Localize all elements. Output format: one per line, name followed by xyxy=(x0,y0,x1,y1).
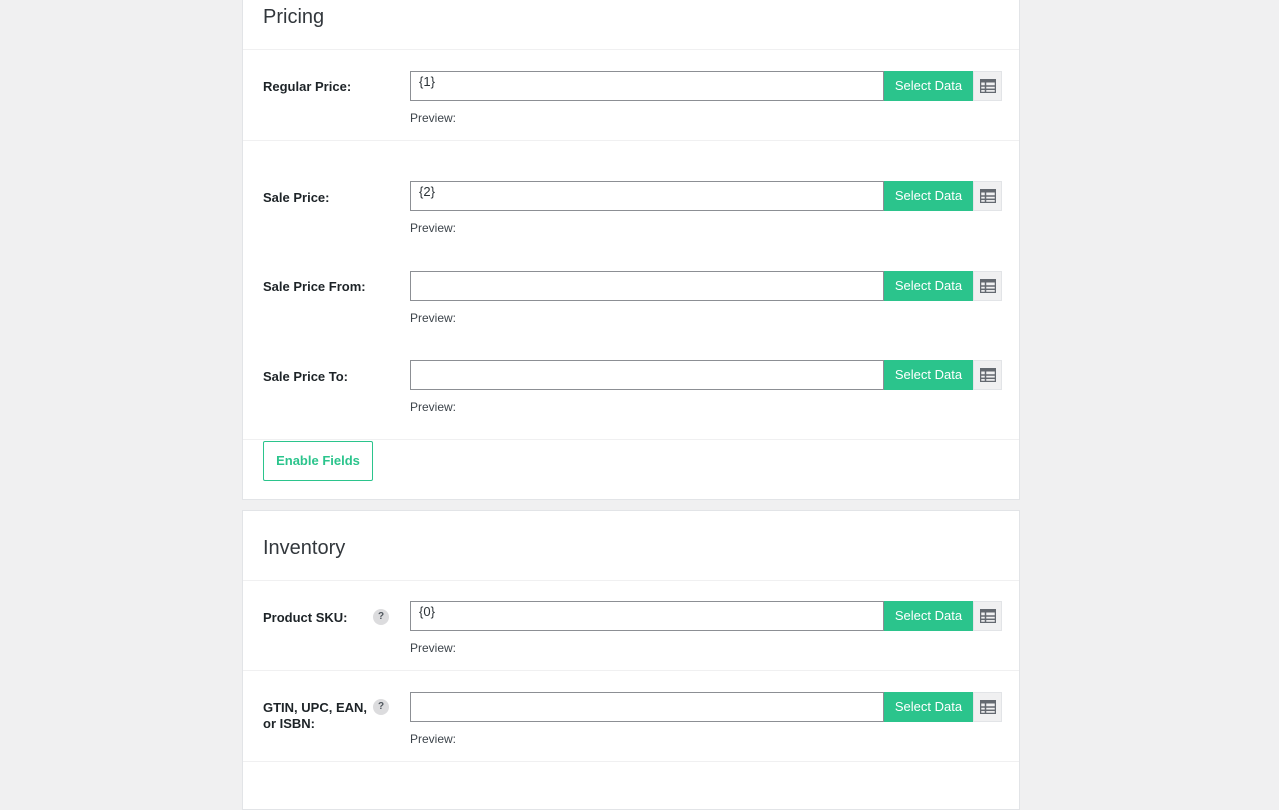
product-sku-select-data-button[interactable]: Select Data xyxy=(884,601,973,631)
regular-price-label: Regular Price: xyxy=(263,79,352,94)
pricing-section: Pricing Regular Price: {1} Select Data P… xyxy=(242,0,1020,500)
pricing-title: Pricing xyxy=(263,6,325,28)
sale-price-from-select-data-button[interactable]: Select Data xyxy=(884,271,973,301)
sale-price-preview: Preview: xyxy=(410,221,457,235)
sale-price-from-label: Sale Price From: xyxy=(263,279,366,294)
sale-price-to-preview: Preview: xyxy=(410,400,457,414)
table-grid-icon xyxy=(979,79,996,93)
table-grid-icon xyxy=(979,609,996,623)
sale-price-to-table-button[interactable] xyxy=(973,360,1002,390)
product-sku-label: Product SKU: xyxy=(263,610,348,625)
product-sku-preview: Preview: xyxy=(410,641,457,655)
sale-price-label: Sale Price: xyxy=(263,190,330,205)
table-grid-icon xyxy=(979,279,996,293)
divider xyxy=(243,580,1019,581)
regular-price-select-data-button[interactable]: Select Data xyxy=(884,71,973,101)
sale-price-select-data-button[interactable]: Select Data xyxy=(884,181,973,211)
sale-price-from-table-button[interactable] xyxy=(973,271,1002,301)
gtin-preview: Preview: xyxy=(410,732,457,746)
divider xyxy=(243,49,1019,50)
gtin-table-button[interactable] xyxy=(973,692,1002,722)
help-icon[interactable]: ? xyxy=(373,609,389,625)
enable-fields-button[interactable]: Enable Fields xyxy=(263,441,373,481)
divider xyxy=(243,761,1019,762)
regular-price-table-button[interactable] xyxy=(973,71,1002,101)
sale-price-table-button[interactable] xyxy=(973,181,1002,211)
sale-price-to-label: Sale Price To: xyxy=(263,369,349,384)
inventory-title: Inventory xyxy=(263,537,346,559)
table-grid-icon xyxy=(979,368,996,382)
gtin-label: GTIN, UPC, EAN, or ISBN: xyxy=(263,700,368,731)
sale-price-from-input[interactable] xyxy=(410,271,884,301)
divider xyxy=(243,670,1019,671)
table-grid-icon xyxy=(979,700,996,714)
product-sku-input[interactable]: {0} xyxy=(410,601,884,631)
table-grid-icon xyxy=(979,189,996,203)
inventory-section: Inventory Product SKU: ? {0} Select Data… xyxy=(242,510,1020,810)
gtin-input[interactable] xyxy=(410,692,884,722)
sale-price-to-input[interactable] xyxy=(410,360,884,390)
product-sku-table-button[interactable] xyxy=(973,601,1002,631)
sale-price-to-select-data-button[interactable]: Select Data xyxy=(884,360,973,390)
regular-price-preview: Preview: xyxy=(410,111,457,125)
sale-price-input[interactable]: {2} xyxy=(410,181,884,211)
divider xyxy=(243,140,1019,141)
divider xyxy=(243,439,1019,440)
sale-price-from-preview: Preview: xyxy=(410,311,457,325)
regular-price-input[interactable]: {1} xyxy=(410,71,884,101)
gtin-select-data-button[interactable]: Select Data xyxy=(884,692,973,722)
help-icon[interactable]: ? xyxy=(373,699,389,715)
